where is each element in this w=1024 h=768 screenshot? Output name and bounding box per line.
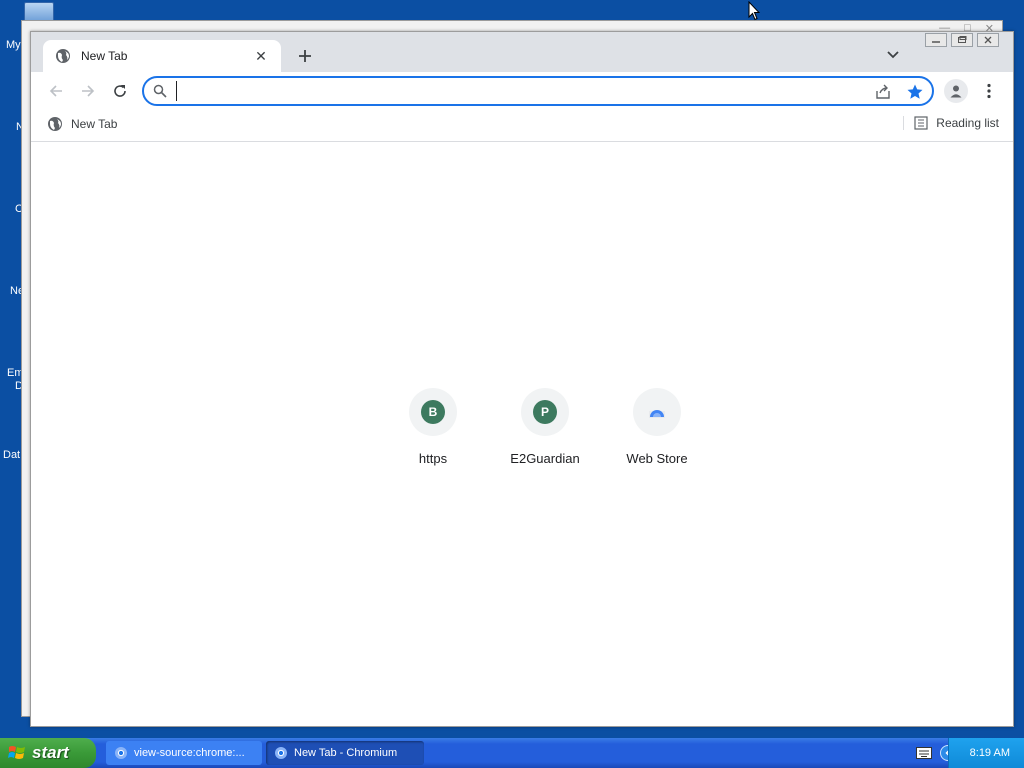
chromium-icon — [115, 747, 127, 759]
taskbar-button-view-source[interactable]: view-source:chrome:... — [106, 741, 262, 765]
system-tray: 8:19 AM — [948, 738, 1024, 768]
close-icon — [984, 36, 992, 44]
taskbar-button-label: view-source:chrome:... — [134, 747, 245, 759]
reading-list-label: Reading list — [936, 116, 999, 130]
tile-icon-wrapper: B — [409, 388, 457, 436]
tab-new-tab[interactable]: New Tab ✕ — [43, 40, 281, 72]
arrow-left-icon — [49, 85, 62, 97]
search-icon — [153, 84, 167, 98]
window-controls — [925, 33, 999, 47]
reading-list-icon — [914, 116, 928, 130]
shortcut-tiles: B https P E2Guardian Web Store — [377, 388, 713, 466]
chevron-down-icon[interactable] — [883, 45, 903, 65]
start-button[interactable]: start — [0, 738, 96, 768]
keyboard-icon[interactable] — [916, 747, 932, 759]
arrow-right-icon — [82, 85, 95, 97]
start-label: start — [32, 743, 69, 762]
letter-icon: P — [533, 400, 557, 424]
new-tab-page: B https P E2Guardian Web Store — [31, 143, 1013, 726]
star-icon[interactable] — [906, 83, 924, 101]
share-icon[interactable] — [874, 83, 892, 101]
reload-button[interactable] — [109, 80, 131, 102]
back-button[interactable] — [45, 80, 67, 102]
forward-button[interactable] — [77, 80, 99, 102]
mouse-pointer-icon — [748, 1, 760, 21]
menu-button[interactable] — [979, 80, 999, 102]
restore-icon — [958, 36, 967, 43]
tile-label: E2Guardian — [510, 451, 580, 466]
tile-label: https — [418, 451, 448, 466]
bookmarks-bar: New Tab Reading list — [31, 110, 1013, 142]
taskbar: start view-source:chrome:... New Tab - C… — [0, 738, 1024, 768]
account-icon — [950, 85, 962, 98]
minimize-icon — [932, 41, 940, 43]
close-button[interactable] — [977, 33, 999, 47]
tile-label: Web Store — [626, 451, 688, 466]
reload-icon — [114, 85, 126, 97]
windows-logo-icon — [8, 746, 25, 759]
address-input[interactable] — [176, 81, 856, 101]
globe-icon — [56, 49, 70, 63]
profile-button[interactable] — [944, 79, 968, 103]
letter-icon: B — [421, 400, 445, 424]
toolbar — [31, 72, 1013, 110]
clock[interactable]: 8:19 AM — [970, 747, 1010, 759]
minimize-button[interactable] — [925, 33, 947, 47]
shortcut-tile[interactable]: P E2Guardian — [489, 388, 601, 466]
reading-list-button[interactable]: Reading list — [903, 116, 999, 130]
maximize-button[interactable] — [951, 33, 973, 47]
shortcut-tile[interactable]: Web Store — [601, 388, 713, 466]
browser-window: New Tab ✕ New Tab Reading list B https P… — [30, 31, 1014, 727]
tab-strip: New Tab ✕ — [31, 32, 1013, 72]
desktop-icon[interactable] — [24, 2, 54, 22]
globe-icon — [48, 117, 62, 131]
tile-icon-wrapper: P — [521, 388, 569, 436]
desktop-icon-label[interactable]: My — [6, 39, 21, 51]
web-store-icon — [649, 410, 665, 418]
tile-icon-wrapper — [633, 388, 681, 436]
taskbar-button-label: New Tab - Chromium — [294, 747, 398, 759]
chromium-icon — [275, 747, 287, 759]
bookmark-new-tab[interactable]: New Tab — [47, 116, 117, 132]
tab-title: New Tab — [81, 49, 128, 63]
shortcut-tile[interactable]: B https — [377, 388, 489, 466]
address-bar[interactable] — [142, 76, 934, 106]
close-icon[interactable]: ✕ — [253, 48, 269, 65]
new-tab-button[interactable] — [293, 44, 317, 68]
taskbar-button-chromium[interactable]: New Tab - Chromium — [266, 741, 424, 765]
desktop-icon-label[interactable]: Dat — [3, 449, 20, 461]
bookmark-label: New Tab — [71, 117, 118, 131]
plus-icon — [299, 50, 311, 62]
more-vertical-icon — [987, 83, 991, 99]
